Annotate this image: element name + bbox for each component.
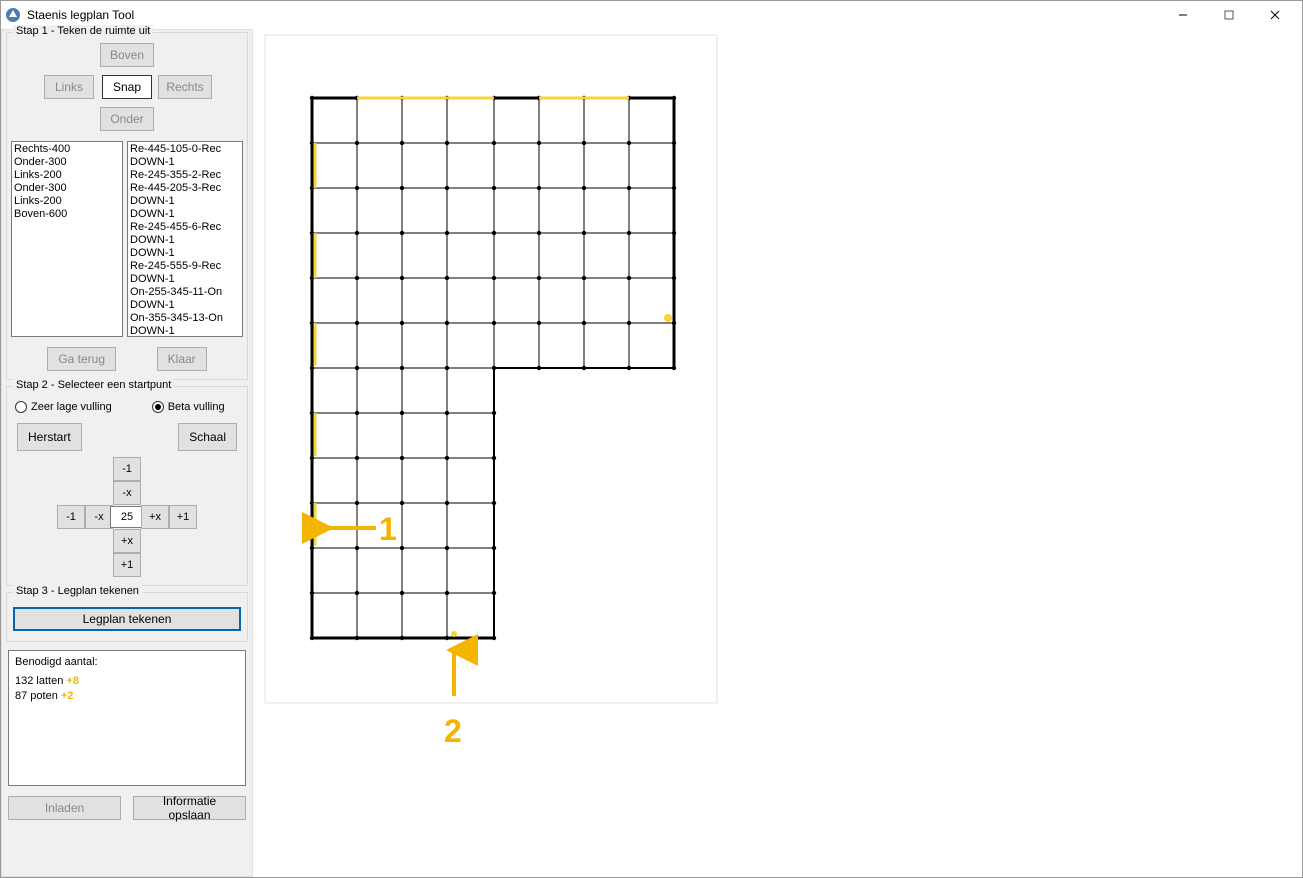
segment-list[interactable]: Re-445-105-0-RecDOWN-1Re-245-355-2-RecRe…: [127, 141, 243, 337]
list-item[interactable]: DOWN-1: [130, 208, 240, 221]
inladen-button[interactable]: Inladen: [8, 796, 121, 820]
list-item[interactable]: DOWN-1: [130, 273, 240, 286]
app-window: Staenis legplan Tool Stap 1 - Teken de r…: [0, 0, 1303, 878]
list-item[interactable]: On-355-345-13-On: [130, 312, 240, 325]
marker-2: 2: [444, 713, 462, 749]
value-input[interactable]: 25: [110, 506, 144, 528]
plus1-bottom-button[interactable]: +1: [113, 553, 141, 577]
legplan-tekenen-button[interactable]: Legplan tekenen: [13, 607, 241, 631]
step2-legend: Stap 2 - Selecteer een startpunt: [13, 379, 174, 391]
canvas-card: 1 2: [265, 35, 717, 703]
marker-1: 1: [379, 511, 397, 547]
list-item[interactable]: On-255-345-11-On: [130, 286, 240, 299]
list-item[interactable]: Re-445-105-0-Rec: [130, 143, 240, 156]
list-item[interactable]: DOWN-1: [130, 299, 240, 312]
radio-dot-icon: [15, 401, 27, 413]
list-item[interactable]: Onder-300: [14, 182, 120, 195]
result-poten-text: 87 poten: [15, 690, 61, 702]
informatie-opslaan-button[interactable]: Informatie opslaan: [133, 796, 246, 820]
list-item[interactable]: Re-245-555-9-Rec: [130, 260, 240, 273]
titlebar: Staenis legplan Tool: [1, 1, 1302, 29]
legplan-drawing[interactable]: 1 2: [266, 36, 718, 756]
minusx-top-button[interactable]: -x: [113, 481, 141, 505]
step2-group: Stap 2 - Selecteer een startpunt Zeer la…: [6, 386, 248, 586]
list-item[interactable]: DOWN-1: [130, 156, 240, 169]
list-item[interactable]: DOWN-1: [130, 325, 240, 337]
list-item[interactable]: Onder-300: [14, 156, 120, 169]
plusx-right-button[interactable]: +x: [141, 505, 169, 529]
radio-label: Zeer lage vulling: [31, 401, 112, 413]
herstart-button[interactable]: Herstart: [17, 423, 82, 451]
close-button[interactable]: [1252, 1, 1298, 29]
result-latten-text: 132 latten: [15, 675, 66, 687]
app-icon: [5, 7, 21, 23]
minusx-left-button[interactable]: -x: [85, 505, 113, 529]
content-area: Stap 1 - Teken de ruimte uit Boven Links…: [1, 29, 1302, 877]
klaar-button[interactable]: Klaar: [157, 347, 207, 371]
canvas-area: 1 2: [253, 29, 1302, 877]
step1-legend: Stap 1 - Teken de ruimte uit: [13, 25, 153, 37]
results-row: 132 latten +8: [15, 674, 239, 689]
snap-button[interactable]: Snap: [102, 75, 152, 99]
results-row: 87 poten +2: [15, 689, 239, 704]
results-title: Benodigd aantal:: [15, 655, 239, 670]
sidebar: Stap 1 - Teken de ruimte uit Boven Links…: [1, 29, 253, 877]
results-box: Benodigd aantal: 132 latten +8 87 poten …: [8, 650, 246, 786]
window-controls: [1160, 1, 1298, 29]
maximize-button[interactable]: [1206, 1, 1252, 29]
result-poten-extra: +2: [61, 690, 74, 702]
window-title: Staenis legplan Tool: [27, 8, 1160, 22]
radio-dot-filled-icon: [152, 401, 164, 413]
plus1-right-button[interactable]: +1: [169, 505, 197, 529]
list-item[interactable]: Re-445-205-3-Rec: [130, 182, 240, 195]
step1-group: Stap 1 - Teken de ruimte uit Boven Links…: [6, 32, 248, 380]
radio-label: Beta vulling: [168, 401, 225, 413]
list-item[interactable]: Re-245-455-6-Rec: [130, 221, 240, 234]
schaal-button[interactable]: Schaal: [178, 423, 237, 451]
list-item[interactable]: DOWN-1: [130, 247, 240, 260]
list-item[interactable]: Boven-600: [14, 208, 120, 221]
minimize-button[interactable]: [1160, 1, 1206, 29]
radio-beta-vulling[interactable]: Beta vulling: [152, 401, 225, 413]
list-item[interactable]: Links-200: [14, 195, 120, 208]
result-latten-extra: +8: [66, 675, 79, 687]
list-item[interactable]: Rechts-400: [14, 143, 120, 156]
plusx-bottom-button[interactable]: +x: [113, 529, 141, 553]
links-button[interactable]: Links: [44, 75, 94, 99]
ga-terug-button[interactable]: Ga terug: [47, 347, 116, 371]
step3-group: Stap 3 - Legplan tekenen Legplan tekenen: [6, 592, 248, 642]
shape-list[interactable]: Rechts-400Onder-300Links-200Onder-300Lin…: [11, 141, 123, 337]
step3-legend: Stap 3 - Legplan tekenen: [13, 585, 142, 597]
list-item[interactable]: DOWN-1: [130, 234, 240, 247]
minus1-left-button[interactable]: -1: [57, 505, 85, 529]
onder-button[interactable]: Onder: [100, 107, 154, 131]
boven-button[interactable]: Boven: [100, 43, 154, 67]
list-item[interactable]: Links-200: [14, 169, 120, 182]
rechts-button[interactable]: Rechts: [158, 75, 212, 99]
list-item[interactable]: Re-245-355-2-Rec: [130, 169, 240, 182]
list-item[interactable]: DOWN-1: [130, 195, 240, 208]
radio-zeer-lage-vulling[interactable]: Zeer lage vulling: [15, 401, 112, 413]
minus1-top-button[interactable]: -1: [113, 457, 141, 481]
